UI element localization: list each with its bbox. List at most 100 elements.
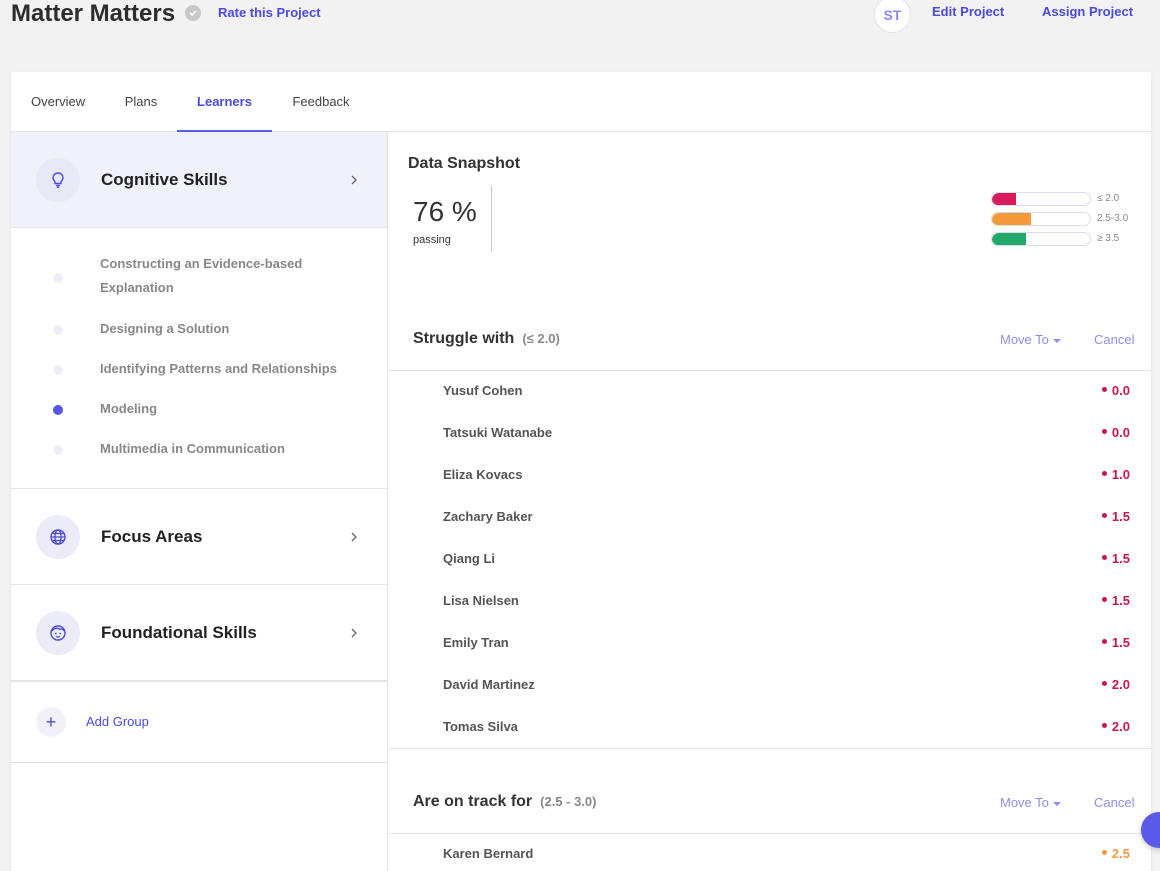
sub-skill-label: Modeling (100, 401, 158, 416)
face-icon (36, 611, 80, 655)
sub-skill-item-modeling[interactable]: Modeling (11, 397, 387, 421)
chevron-right-icon (351, 175, 357, 185)
caret-down-icon (1052, 801, 1061, 806)
sub-skill-dot (53, 445, 63, 455)
learner-row[interactable]: David Martinez 2.0 (389, 665, 1151, 707)
progress-fill (992, 193, 1016, 205)
chevron-right-icon (351, 628, 357, 638)
tab-plans[interactable]: Plans (123, 72, 159, 132)
learners-panel: Data Snapshot 76 % passing ≤ 2.0 2.5-3.0… (389, 132, 1151, 871)
section-struggle-header: Struggle with (≤ 2.0) Move To Cancel (389, 306, 1151, 371)
sub-skill-list: Constructing an Evidence-based Explanati… (11, 228, 387, 489)
score-dot-icon (1101, 471, 1107, 477)
top-bar: Matter Matters Rate this Project ST Edit… (0, 0, 1160, 40)
assign-project-link[interactable]: Assign Project (1042, 4, 1133, 19)
main-card: Overview Plans Learners Feedback Cogniti… (11, 72, 1151, 871)
section-title: Are on track for (2.5 - 3.0) (413, 793, 597, 810)
rate-project-link[interactable]: Rate this Project (218, 5, 321, 20)
learner-row[interactable]: Yusuf Cohen 0.0 (389, 371, 1151, 413)
section-range: (≤ 2.0) (522, 331, 560, 346)
group-cognitive-skills[interactable]: Cognitive Skills (11, 132, 387, 228)
sub-skill-item[interactable]: Constructing an Evidence-based Explanati… (11, 252, 387, 304)
section-on-track-header: Are on track for (2.5 - 3.0) Move To Canc… (389, 769, 1151, 834)
learner-name: Yusuf Cohen (443, 383, 523, 398)
learner-row[interactable]: Tatsuki Watanabe 0.0 (389, 413, 1151, 455)
sub-skill-label: Constructing an Evidence-based Explanati… (100, 256, 303, 295)
plus-icon: + (36, 707, 66, 737)
section-divider (389, 748, 1151, 749)
progress-track (991, 212, 1091, 226)
snapshot-title: Data Snapshot (408, 155, 521, 172)
group-label: Foundational Skills (101, 623, 257, 642)
score-dot-icon (1101, 850, 1107, 856)
score-dot-icon (1101, 597, 1107, 603)
learner-score: 1.5 (1101, 509, 1130, 524)
group-focus-areas[interactable]: Focus Areas (11, 489, 387, 585)
learner-score: 0.0 (1101, 383, 1130, 398)
tab-learners[interactable]: Learners (177, 72, 272, 132)
cancel-button[interactable]: Cancel (1094, 332, 1134, 347)
learner-score: 2.0 (1101, 719, 1130, 734)
learner-row[interactable]: Zachary Baker 1.5 (389, 497, 1151, 539)
learner-name: Qiang Li (443, 551, 495, 566)
score-dot-icon (1101, 429, 1107, 435)
sub-skill-dot (53, 325, 63, 335)
tab-overview[interactable]: Overview (31, 72, 85, 132)
learner-row[interactable]: Lisa Nielsen 1.5 (389, 581, 1151, 623)
progress-fill (992, 213, 1032, 225)
add-group-label: Add Group (86, 714, 149, 729)
edit-project-link[interactable]: Edit Project (932, 4, 1004, 19)
progress-track (991, 192, 1091, 206)
move-to-dropdown[interactable]: Move To (1000, 795, 1061, 810)
learner-name: David Martinez (443, 677, 535, 692)
sub-skill-dot (53, 365, 63, 375)
learner-row[interactable]: Karen Bernard 2.5 (389, 834, 1151, 871)
sub-skill-item[interactable]: Identifying Patterns and Relationships (11, 357, 387, 381)
score-dot-icon (1101, 555, 1107, 561)
group-foundational-skills[interactable]: Foundational Skills (11, 585, 387, 681)
legend-label: ≥ 3.5 (1097, 233, 1120, 244)
progress-fill (992, 233, 1027, 245)
section-title: Struggle with (≤ 2.0) (413, 330, 560, 347)
learner-name: Zachary Baker (443, 509, 533, 524)
learner-score: 1.0 (1101, 467, 1130, 482)
learner-name: Tomas Silva (443, 719, 518, 734)
sub-skill-dot (53, 273, 63, 283)
sub-skill-label: Designing a Solution (100, 321, 230, 336)
section-range: (2.5 - 3.0) (540, 794, 597, 809)
sub-skill-item[interactable]: Designing a Solution (11, 317, 387, 341)
learner-row[interactable]: Tomas Silva 2.0 (389, 707, 1151, 749)
passing-percentage: 76 % (413, 196, 477, 227)
learner-name: Eliza Kovacs (443, 467, 523, 482)
learner-name: Lisa Nielsen (443, 593, 519, 608)
user-avatar[interactable]: ST (874, 0, 911, 33)
cancel-button[interactable]: Cancel (1094, 795, 1134, 810)
verified-badge-icon (185, 5, 201, 21)
tab-bar: Overview Plans Learners Feedback (11, 72, 1151, 132)
learner-name: Tatsuki Watanabe (443, 425, 553, 440)
score-dot-icon (1101, 723, 1107, 729)
learner-row[interactable]: Eliza Kovacs 1.0 (389, 455, 1151, 497)
legend-label: ≤ 2.0 (1097, 193, 1120, 204)
globe-icon (36, 515, 80, 559)
learner-score: 0.0 (1101, 425, 1130, 440)
score-dot-icon (1101, 387, 1107, 393)
tab-feedback[interactable]: Feedback (291, 72, 351, 132)
project-title: Matter Matters (11, 0, 176, 27)
skills-sidebar: Cognitive Skills Constructing an Evidenc… (11, 132, 388, 871)
snapshot-divider (491, 186, 492, 252)
passing-label: passing (413, 234, 451, 246)
lightbulb-icon (36, 158, 80, 202)
learner-score: 2.5 (1101, 846, 1130, 861)
learner-score: 1.5 (1101, 551, 1130, 566)
learner-row[interactable]: Qiang Li 1.5 (389, 539, 1151, 581)
score-dot-icon (1101, 639, 1107, 645)
learner-score: 1.5 (1101, 635, 1130, 650)
add-group-button[interactable]: + Add Group (11, 681, 387, 763)
sub-skill-label: Identifying Patterns and Relationships (100, 361, 337, 376)
sub-skill-item[interactable]: Multimedia in Communication (11, 437, 387, 461)
score-dot-icon (1101, 681, 1107, 687)
learner-row[interactable]: Emily Tran 1.5 (389, 623, 1151, 665)
move-to-dropdown[interactable]: Move To (1000, 332, 1061, 347)
progress-track (991, 232, 1091, 246)
